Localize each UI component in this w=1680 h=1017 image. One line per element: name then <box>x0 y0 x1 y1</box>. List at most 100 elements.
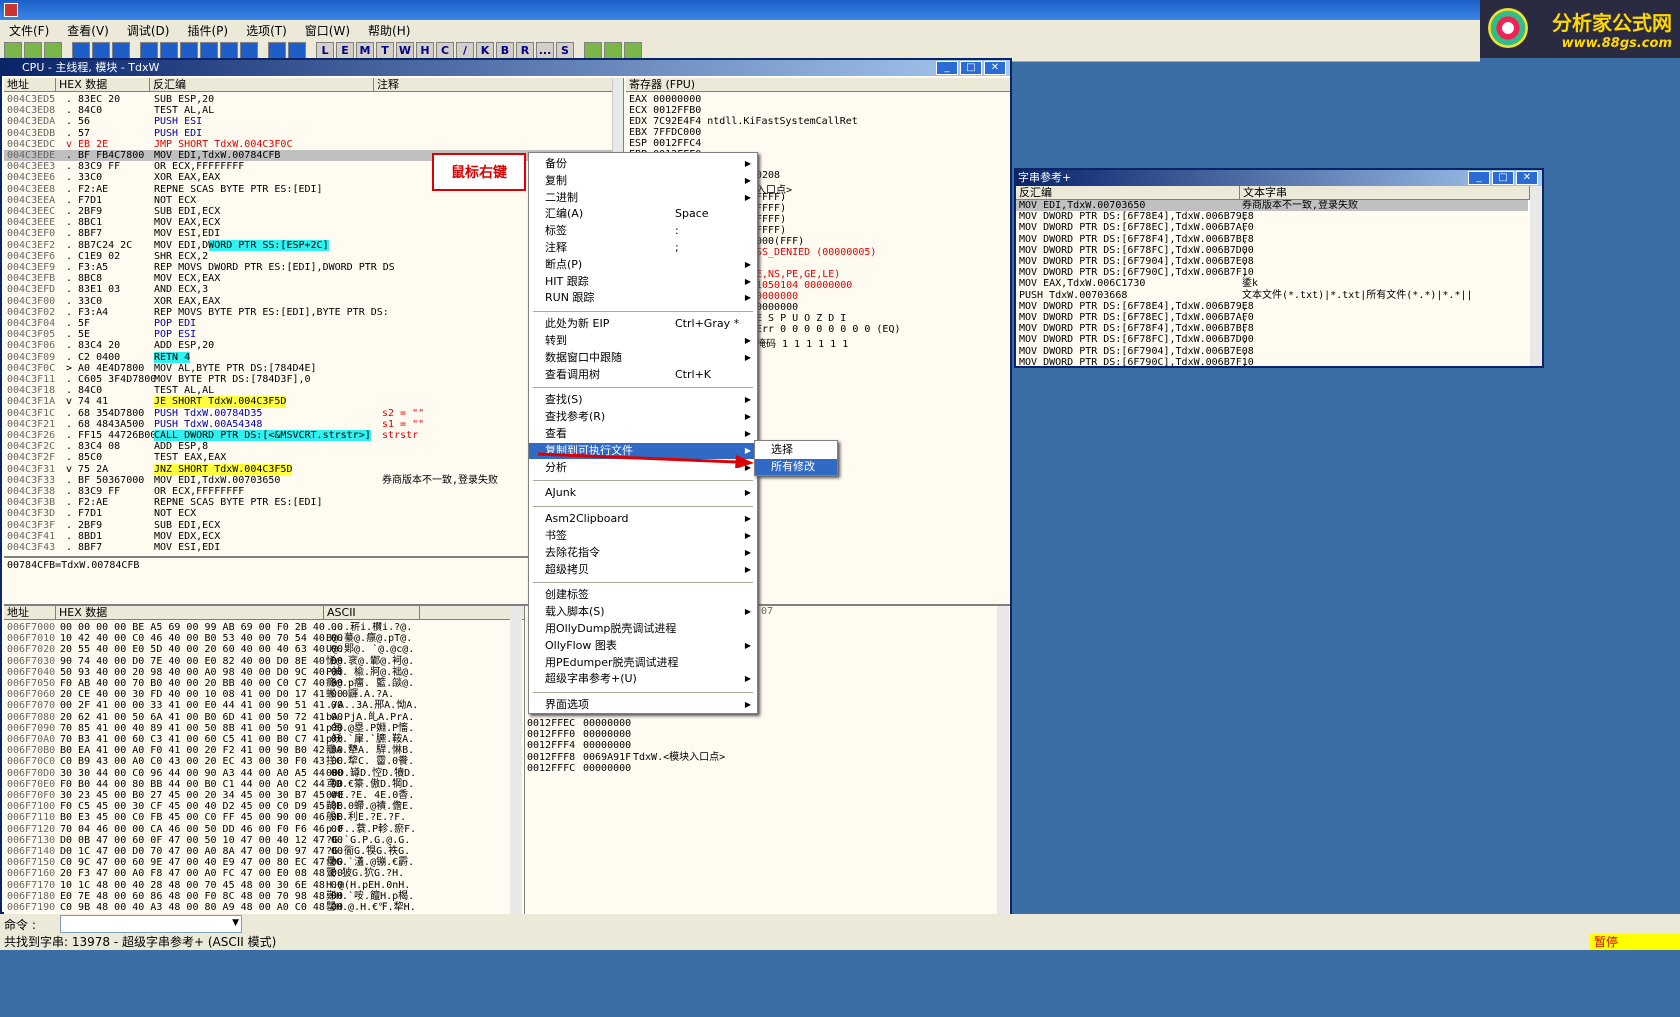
context-menu-item[interactable]: HIT 跟踪 ▶ <box>529 274 757 290</box>
toolbar-letter-10[interactable]: R <box>516 41 534 60</box>
toolbar-icon-8[interactable] <box>180 41 198 60</box>
dump-row[interactable]: 006F7090 70 85 41 00 40 89 41 00 50 8B 41… <box>4 723 510 734</box>
menu-item-6[interactable]: 帮助(H) <box>359 22 419 39</box>
context-menu-item[interactable]: 超级字串参考+(U) ▶ <box>529 671 757 687</box>
context-menu-item[interactable]: 查看调用树 Ctrl+K <box>529 367 757 383</box>
disasm-row[interactable]: 004C3EEC . 2BF9 SUB EDI,ECX <box>4 206 612 217</box>
dump-row[interactable]: 006F7140 D0 1C 47 00 D0 70 47 00 A0 8A 47… <box>4 846 510 857</box>
dump-row[interactable]: 006F7170 10 1C 48 00 40 28 48 00 70 45 48… <box>4 880 510 891</box>
dump-row[interactable]: 006F7150 C0 9C 47 00 60 9E 47 00 40 E9 47… <box>4 857 510 868</box>
toolbar-icon-6[interactable] <box>140 41 158 60</box>
minimize-button[interactable]: _ <box>936 61 958 75</box>
strref-row[interactable]: MOV EDI,TdxW.00703650 券商版本不一致,登录失败 <box>1016 200 1528 212</box>
disasm-row[interactable]: 004C3F2C . 83C4 08 ADD ESP,8 <box>4 441 612 452</box>
disasm-row[interactable]: 004C3ED5 . 83EC 20 SUB ESP,20 <box>4 94 612 105</box>
context-menu-item[interactable]: 汇编(A) Space <box>529 206 757 222</box>
hdr-com[interactable]: 注释 <box>374 78 614 92</box>
context-menu-item[interactable]: 超级拷贝 ▶ <box>529 562 757 578</box>
disasm-row[interactable]: 004C3F09 . C2 0400 RETN 4 <box>4 351 612 363</box>
dump-hdr-addr[interactable]: 地址 <box>4 606 56 620</box>
hdr-hex[interactable]: HEX 数据 <box>56 78 150 92</box>
stack-row[interactable]: 0012FFF0 00000000 <box>527 729 987 740</box>
dump-hdr-ascii[interactable]: ASCII <box>324 606 420 620</box>
toolbar-letter-12[interactable]: S <box>556 41 574 60</box>
disasm-row[interactable]: 004C3F18 . 84C0 TEST AL,AL <box>4 385 612 396</box>
dump-row[interactable]: 006F70E0 F0 B0 44 00 80 BB 44 00 B0 C1 44… <box>4 779 510 790</box>
disasm-row[interactable]: 004C3F02 . F3:A4 REP MOVS BYTE PTR ES:[EDI… <box>4 307 612 318</box>
context-menu-item[interactable]: RUN 跟踪 ▶ <box>529 290 757 306</box>
disasm-row[interactable]: 004C3F31 v 75 2A JNZ SHORT TdxW.004C3F5D <box>4 463 612 475</box>
strref-hdr-dis[interactable]: 反汇编 <box>1016 186 1240 200</box>
context-menu-item[interactable]: 此处为新 EIP Ctrl+Gray * <box>529 316 757 332</box>
toolbar-extra-icon-2[interactable] <box>624 41 642 60</box>
context-menu-item[interactable]: 查看 ▶ <box>529 426 757 442</box>
disasm-row[interactable]: 004C3EF0 . 8BF7 MOV ESI,EDI <box>4 228 612 239</box>
disasm-row[interactable]: 004C3F1C . 68 354D7800 PUSH TdxW.00784D35 s… <box>4 408 612 419</box>
dump-hdr-hex[interactable]: HEX 数据 <box>56 606 324 620</box>
context-menu-item[interactable]: 用OllyDump脱壳调试进程 <box>529 621 757 637</box>
strref-minimize-button[interactable]: _ <box>1468 171 1490 185</box>
disasm-row[interactable]: 004C3F04 . 5F POP EDI <box>4 318 612 329</box>
disasm-row[interactable]: 004C3EF9 . F3:A5 REP MOVS DWORD PTR ES:[ED… <box>4 262 612 273</box>
hdr-addr[interactable]: 地址 <box>4 78 56 92</box>
strref-row[interactable]: MOV DWORD PTR DS:[6F78EC],TdxW.006B7AF0, <box>1016 222 1528 233</box>
strref-row[interactable]: PUSH TdxW.00703668 文本文件(*.txt)|*.txt|所有文件… <box>1016 290 1528 301</box>
disasm-row[interactable]: 004C3F3F . 2BF9 SUB EDI,ECX <box>4 520 612 531</box>
submenu-all-modifications[interactable]: 所有修改 <box>755 459 837 475</box>
dump-row[interactable]: 006F70D0 30 30 44 00 C0 96 44 00 90 A3 44… <box>4 768 510 779</box>
context-menu-item[interactable]: 二进制 ▶ <box>529 190 757 206</box>
dump-row[interactable]: 006F7030 90 74 40 00 D0 7E 40 00 E0 82 40… <box>4 656 510 667</box>
strref-row[interactable]: MOV EAX,TdxW.006C1730 鋈k <box>1016 278 1528 289</box>
toolbar-extra-icon-1[interactable] <box>604 41 622 60</box>
toolbar-icon-7[interactable] <box>160 41 178 60</box>
dump-row[interactable]: 006F7180 E0 7E 48 00 60 86 48 00 F0 8C 48… <box>4 891 510 902</box>
toolbar-letter-8[interactable]: K <box>476 41 494 60</box>
disasm-row[interactable]: 004C3EFB . 8BC8 MOV ECX,EAX <box>4 273 612 284</box>
dump-row[interactable]: 006F7110 B0 E3 45 00 C0 FB 45 00 C0 FF 45… <box>4 812 510 823</box>
context-menu-item[interactable]: 查找(S) ▶ <box>529 392 757 408</box>
strref-row[interactable]: MOV DWORD PTR DS:[6F790C],TdxW.006B7F10, <box>1016 357 1528 366</box>
context-menu-item[interactable]: OllyFlow 图表 ▶ <box>529 638 757 654</box>
dump-scrollbar[interactable] <box>510 606 522 914</box>
toolbar-letter-2[interactable]: M <box>356 41 374 60</box>
context-menu-item[interactable]: 复制 ▶ <box>529 173 757 189</box>
register-line[interactable]: EAX 00000000 <box>629 94 1009 105</box>
strref-row[interactable]: MOV DWORD PTR DS:[6F7904],TdxW.006B7E08, <box>1016 256 1528 267</box>
disasm-row[interactable]: 004C3EF6 . C1E9 02 SHR ECX,2 <box>4 251 612 262</box>
menu-item-4[interactable]: 选项(T) <box>237 22 296 39</box>
toolbar-letter-7[interactable]: / <box>456 41 474 60</box>
toolbar-letter-0[interactable]: L <box>316 41 334 60</box>
disasm-row[interactable]: 004C3F1A v 74 41 JE SHORT TdxW.004C3F5D <box>4 396 612 408</box>
strref-row[interactable]: MOV DWORD PTR DS:[6F78F4],TdxW.006B7BF8, <box>1016 323 1528 334</box>
strref-row[interactable]: MOV DWORD PTR DS:[6F78FC],TdxW.006B7D00, <box>1016 245 1528 256</box>
context-menu-item[interactable]: 创建标签 <box>529 587 757 603</box>
strref-row[interactable]: MOV DWORD PTR DS:[6F78E4],TdxW.006B79E8, <box>1016 301 1528 312</box>
toolbar-letter-9[interactable]: B <box>496 41 514 60</box>
dump-row[interactable]: 006F7160 20 F3 47 00 A0 F8 47 00 A0 FC 47… <box>4 868 510 879</box>
disasm-row[interactable]: 004C3EF2 . 8B7C24 2C MOV EDI,DWORD PTR SS:… <box>4 239 612 251</box>
stack-row[interactable]: 0012FFEC 00000000 <box>527 718 987 729</box>
disasm-row[interactable]: 004C3F38 . 83C9 FF OR ECX,FFFFFFFF <box>4 486 612 497</box>
context-menu-item[interactable]: 断点(P) ▶ <box>529 257 757 273</box>
context-menu-item[interactable]: 查找参考(R) ▶ <box>529 409 757 425</box>
menu-item-0[interactable]: 文件(F) <box>0 22 58 39</box>
disasm-row[interactable]: 004C3F11 . C605 3F4D7800 MOV BYTE PTR DS:[… <box>4 374 612 385</box>
disasm-row[interactable]: 004C3ED8 . 84C0 TEST AL,AL <box>4 105 612 116</box>
toolbar-letter-6[interactable]: C <box>436 41 454 60</box>
strref-row[interactable]: MOV DWORD PTR DS:[6F78F4],TdxW.006B7BF8, <box>1016 234 1528 245</box>
context-menu-item[interactable]: 转到 ▶ <box>529 333 757 349</box>
dump-row[interactable]: 006F7060 20 CE 40 00 30 FD 40 00 10 08 41… <box>4 689 510 700</box>
register-line[interactable]: EDX 7C92E4F4 ntdll.KiFastSystemCallRet <box>629 116 1009 127</box>
dump-row[interactable]: 006F7040 50 93 40 00 20 98 40 00 A0 98 40… <box>4 667 510 678</box>
toolbar-icon-5[interactable] <box>112 41 130 60</box>
context-menu-item[interactable]: 载入脚本(S) ▶ <box>529 604 757 620</box>
close-button[interactable]: ✕ <box>984 61 1006 75</box>
dump-row[interactable]: 006F7130 D0 0B 47 00 60 0F 47 00 50 10 47… <box>4 835 510 846</box>
register-line[interactable]: EBX 7FFDC000 <box>629 127 1009 138</box>
menu-item-2[interactable]: 调试(D) <box>118 22 179 39</box>
toolbar-extra-icon-0[interactable] <box>584 41 602 60</box>
disasm-row[interactable]: 004C3EDC v EB 2E JMP SHORT TdxW.004C3F0C <box>4 139 612 150</box>
disasm-row[interactable]: 004C3F41 . 8BD1 MOV EDX,ECX <box>4 531 612 542</box>
dump-row[interactable]: 006F7100 F0 C5 45 00 30 CF 45 00 40 D2 45… <box>4 801 510 812</box>
toolbar-icon-11[interactable] <box>240 41 258 60</box>
